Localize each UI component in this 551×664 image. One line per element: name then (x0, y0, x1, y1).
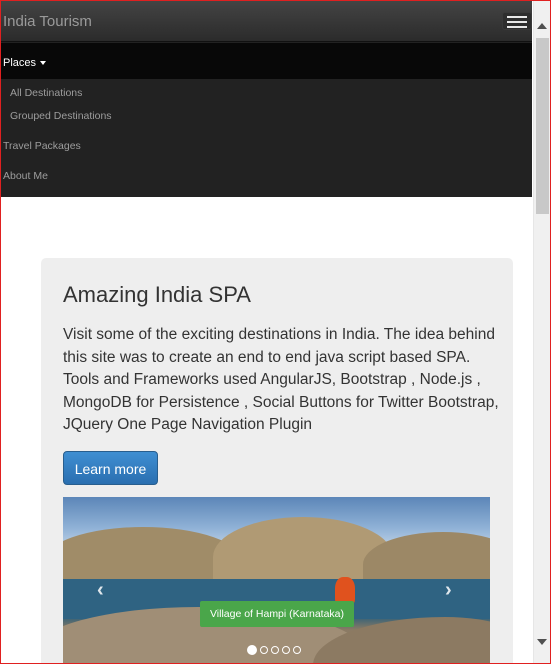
image-carousel: ‹ › Village of Hampi (Karnataka) (63, 497, 490, 663)
vertical-scrollbar[interactable] (533, 1, 550, 663)
carousel-indicator[interactable] (260, 646, 268, 654)
places-dropdown-menu: All Destinations Grouped Destinations (1, 79, 532, 131)
carousel-indicator[interactable] (293, 646, 301, 654)
nav-travel-packages[interactable]: Travel Packages (1, 131, 532, 161)
carousel-indicator[interactable] (247, 645, 257, 655)
brand-link[interactable]: India Tourism (3, 13, 92, 30)
nav-places-dropdown[interactable]: Places (1, 43, 532, 79)
nav-about-me[interactable]: About Me (1, 161, 532, 191)
carousel-indicator[interactable] (271, 646, 279, 654)
scroll-thumb[interactable] (536, 38, 549, 214)
browser-viewport: India Tourism Places All Destinations Gr… (0, 0, 551, 664)
intro-text: Visit some of the exciting destinations … (63, 326, 499, 433)
jumbotron: Amazing India SPA Visit some of the exci… (41, 258, 513, 663)
navbar: India Tourism Places All Destinations Gr… (1, 1, 532, 197)
nav-places-label: Places (3, 57, 37, 69)
caret-down-icon (40, 61, 47, 66)
carousel-indicators (247, 641, 304, 659)
carousel-caption: Village of Hampi (Karnataka) (200, 601, 354, 627)
navbar-header: India Tourism (1, 1, 532, 42)
dropdown-item-all-destinations[interactable]: All Destinations (1, 85, 532, 108)
dropdown-item-grouped-destinations[interactable]: Grouped Destinations (1, 108, 532, 131)
carousel-indicator[interactable] (282, 646, 290, 654)
hamburger-icon[interactable] (502, 12, 532, 30)
scroll-down-icon[interactable] (537, 639, 547, 645)
chevron-left-icon[interactable]: ‹ (97, 579, 104, 602)
page-title: Amazing India SPA (63, 282, 251, 307)
chevron-right-icon[interactable]: › (445, 579, 452, 602)
learn-more-button[interactable]: Learn more (63, 451, 158, 485)
scroll-up-icon[interactable] (537, 23, 547, 29)
